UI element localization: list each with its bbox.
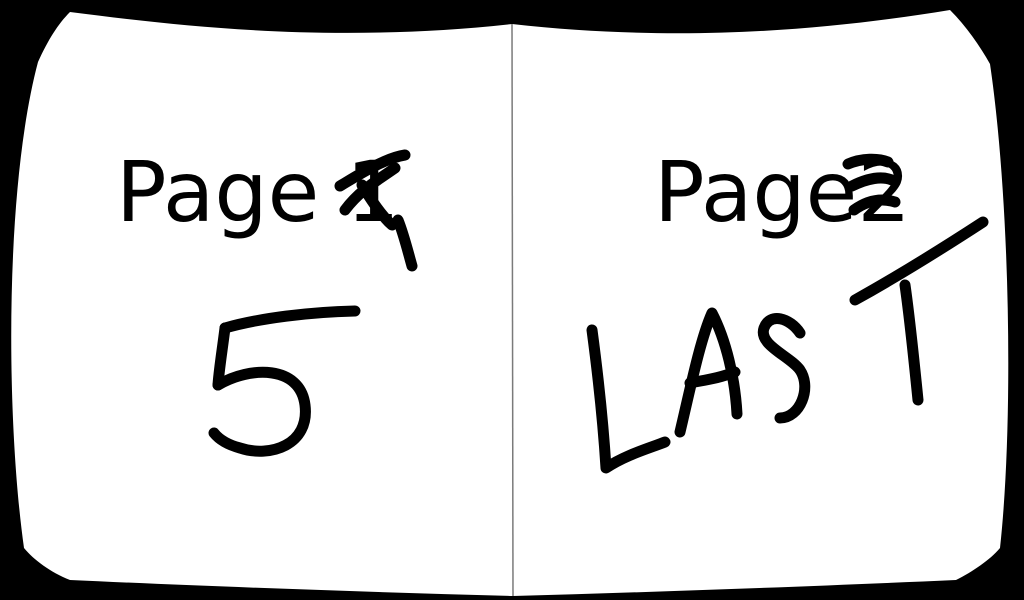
open-book (11, 10, 1009, 597)
book-spine (511, 23, 514, 597)
left-page[interactable] (11, 12, 513, 596)
left-page-number: 1 (346, 143, 400, 241)
right-page-number: 2 (857, 143, 911, 241)
book-viewer: Page 1 Page2 (0, 0, 1024, 600)
right-page-label-prefix: Page (654, 143, 858, 241)
right-page-label: Page2 (654, 150, 911, 234)
right-page[interactable] (512, 10, 1009, 596)
left-page-label: Page 1 (116, 150, 400, 234)
left-page-label-prefix: Page (116, 143, 347, 241)
